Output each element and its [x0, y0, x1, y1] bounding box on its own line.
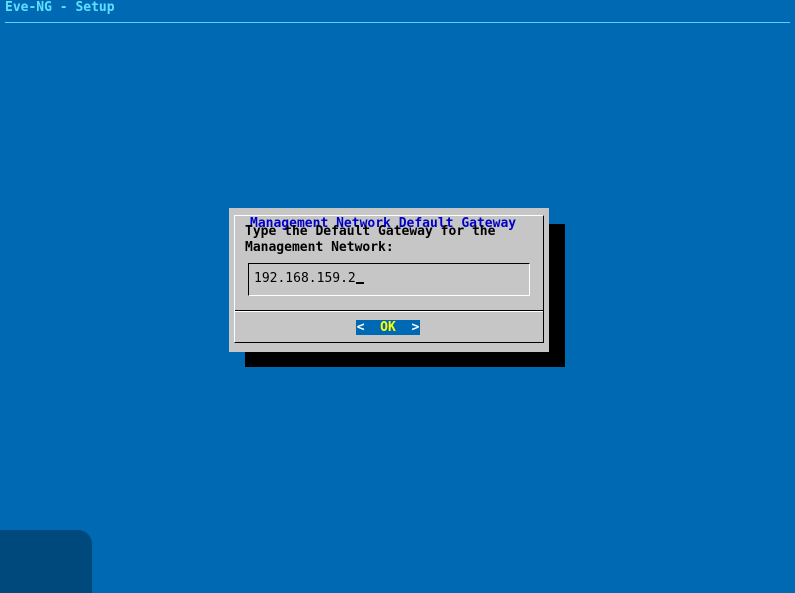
ok-button-label: OK [380, 320, 396, 335]
screen-title-bar: Eve-NG - Setup [5, 0, 790, 23]
screen-title: Eve-NG - Setup [5, 0, 115, 15]
corner-panel [0, 530, 92, 593]
text-cursor [355, 282, 364, 284]
gateway-input[interactable]: 192.168.159.2 [248, 263, 530, 296]
ok-button[interactable]: < OK > [356, 320, 420, 335]
dialog-separator [235, 310, 543, 312]
gateway-input-text: 192.168.159.2 [254, 271, 356, 286]
dialog-prompt-line1: Type the Default Gateway for the [245, 224, 496, 239]
ok-button-left-bracket: < [356, 320, 365, 335]
gateway-dialog: Management Network Default Gateway Type … [229, 208, 549, 352]
ok-button-right-bracket: > [411, 320, 420, 335]
dialog-prompt-line2: Management Network: [245, 240, 394, 255]
gateway-input-value[interactable]: 192.168.159.2 [254, 271, 364, 287]
dialog-prompt: Type the Default Gateway for the Managem… [245, 224, 495, 256]
